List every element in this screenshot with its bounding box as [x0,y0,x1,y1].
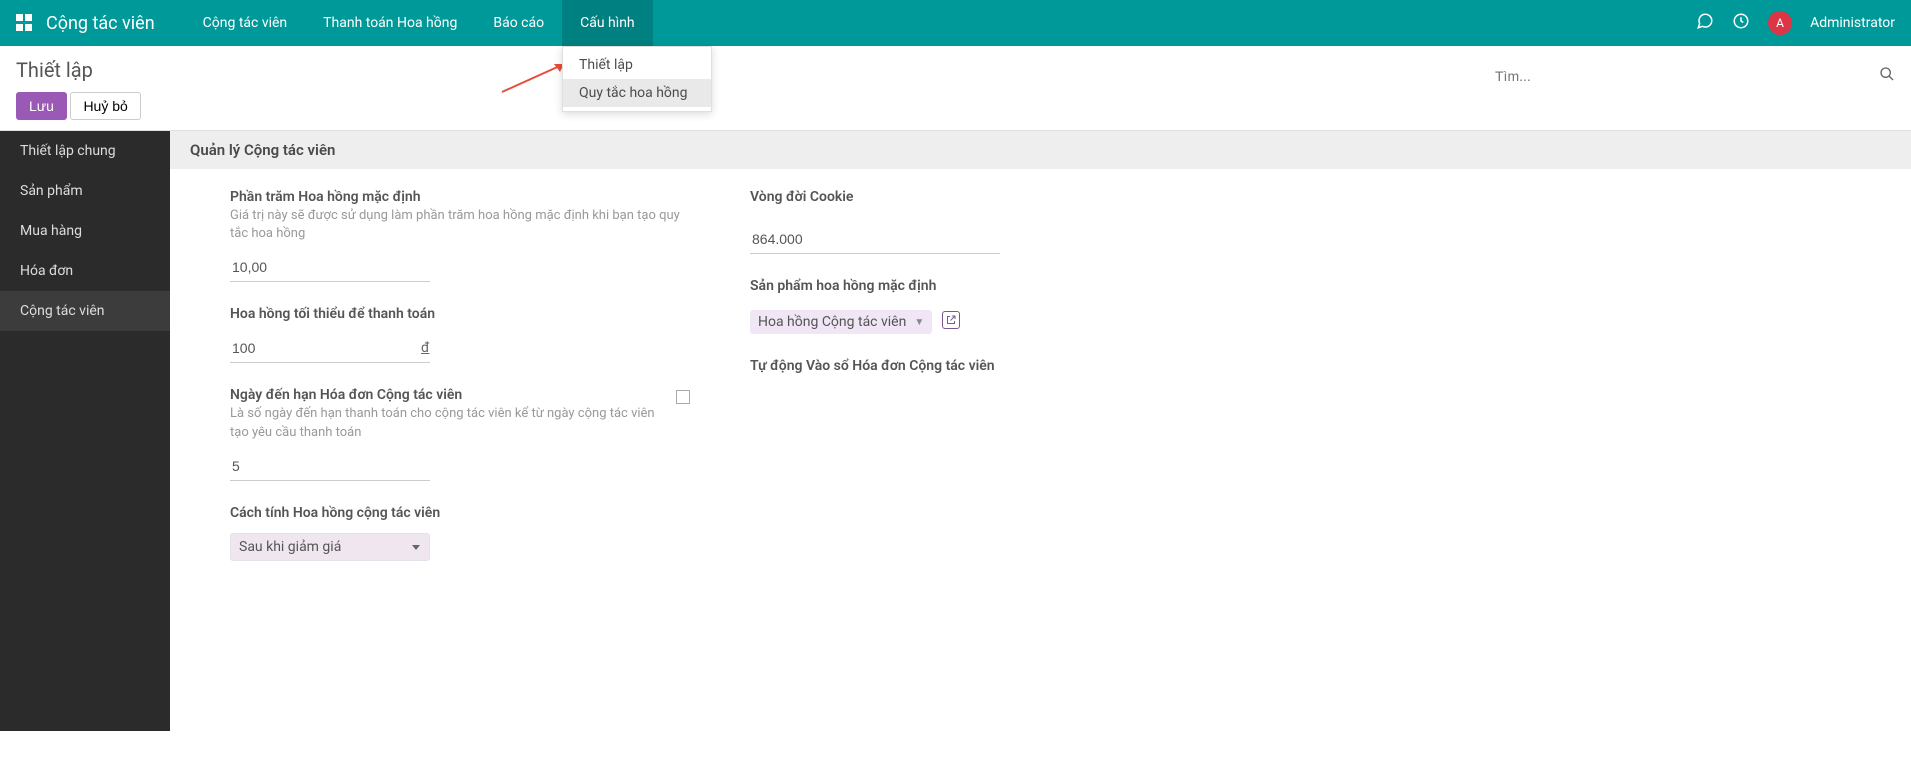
avatar[interactable]: A [1768,11,1792,35]
field-cookie-lifetime: Vòng đời Cookie [750,189,1210,254]
help-default-commission-pct: Giá trị này sẽ được sử dụng làm phần tră… [230,207,690,243]
control-panel: Thiết lập Lưu Huỷ bỏ [0,46,1911,131]
sidebar-item-affiliate[interactable]: Cộng tác viên [0,291,170,331]
field-auto-post-invoice: Tự động Vào sổ Hóa đơn Cộng tác viên [750,358,1210,374]
label-default-commission-pct: Phần trăm Hoa hồng mặc định [230,189,690,205]
sidebar-item-product[interactable]: Sản phẩm [0,171,170,211]
checkbox-invoice-due-days[interactable] [676,390,690,404]
input-invoice-due-days[interactable] [230,452,430,481]
sidebar-item-general[interactable]: Thiết lập chung [0,131,170,171]
user-name[interactable]: Administrator [1810,15,1895,31]
nav-cau-hinh[interactable]: Cấu hình [562,0,653,46]
field-default-commission-product: Sản phẩm hoa hồng mặc định Hoa hồng Cộng… [750,278,1210,334]
search-input[interactable] [1495,62,1879,90]
form-col-right: Vòng đời Cookie Sản phẩm hoa hồng mặc đị… [750,189,1210,585]
nav-bao-cao[interactable]: Báo cáo [475,0,562,46]
dropdown-thiet-lap[interactable]: Thiết lập [563,51,711,79]
label-default-commission-product: Sản phẩm hoa hồng mặc định [750,278,1210,294]
settings-sidebar: Thiết lập chung Sản phẩm Mua hàng Hóa đơ… [0,131,170,731]
select-commission-calc[interactable]: Sau khi giảm giá [230,533,430,561]
cau-hinh-dropdown: Thiết lập Quy tắc hoa hồng [562,46,712,112]
topbar-right: A Administrator [1696,11,1895,35]
topbar: Cộng tác viên Cộng tác viên Thanh toán H… [0,0,1911,46]
m2o-value: Hoa hồng Cộng tác viên [758,314,906,330]
field-invoice-due-days: Ngày đến hạn Hóa đơn Cộng tác viên Là số… [230,387,690,480]
save-button[interactable]: Lưu [16,92,67,120]
discard-button[interactable]: Huỷ bỏ [70,92,140,120]
field-min-commission: Hoa hồng tối thiểu để thanh toán đ [230,306,690,363]
dropdown-quy-tac[interactable]: Quy tắc hoa hồng [563,79,711,107]
sidebar-item-purchase[interactable]: Mua hàng [0,211,170,251]
input-min-commission[interactable] [230,334,415,362]
search-icon[interactable] [1879,66,1895,86]
label-invoice-due-days: Ngày đến hạn Hóa đơn Cộng tác viên [230,387,664,403]
form-col-left: Phần trăm Hoa hồng mặc định Giá trị này … [230,189,690,585]
field-default-commission-pct: Phần trăm Hoa hồng mặc định Giá trị này … [230,189,690,282]
label-cookie-lifetime: Vòng đời Cookie [750,189,1210,205]
label-auto-post-invoice: Tự động Vào sổ Hóa đơn Cộng tác viên [750,358,1210,374]
input-default-commission-pct[interactable] [230,253,430,282]
field-commission-calc: Cách tính Hoa hồng cộng tác viên Sau khi… [230,505,690,561]
form-area: Phần trăm Hoa hồng mặc định Giá trị này … [170,169,1911,605]
nav-cong-tac-vien[interactable]: Cộng tác viên [185,0,306,46]
currency-symbol: đ [415,340,435,356]
main: Thiết lập chung Sản phẩm Mua hàng Hóa đơ… [0,131,1911,731]
section-header: Quản lý Cộng tác viên [170,131,1911,169]
app-title: Cộng tác viên [46,13,155,34]
activity-icon[interactable] [1732,12,1750,34]
sidebar-item-invoice[interactable]: Hóa đơn [0,251,170,291]
external-link-icon[interactable] [942,311,960,329]
apps-icon[interactable] [16,14,34,32]
content: Quản lý Cộng tác viên Phần trăm Hoa hồng… [170,131,1911,731]
help-invoice-due-days: Là số ngày đến hạn thanh toán cho cộng t… [230,405,664,441]
page-title: Thiết lập [16,58,1495,82]
input-cookie-lifetime[interactable] [750,225,1000,254]
top-nav: Cộng tác viên Thanh toán Hoa hồng Báo cá… [185,0,653,46]
nav-thanh-toan[interactable]: Thanh toán Hoa hồng [305,0,475,46]
label-commission-calc: Cách tính Hoa hồng cộng tác viên [230,505,690,521]
chat-icon[interactable] [1696,12,1714,34]
m2o-default-commission-product[interactable]: Hoa hồng Cộng tác viên ▼ [750,310,932,334]
caret-down-icon: ▼ [914,317,924,328]
label-min-commission: Hoa hồng tối thiểu để thanh toán [230,306,690,322]
